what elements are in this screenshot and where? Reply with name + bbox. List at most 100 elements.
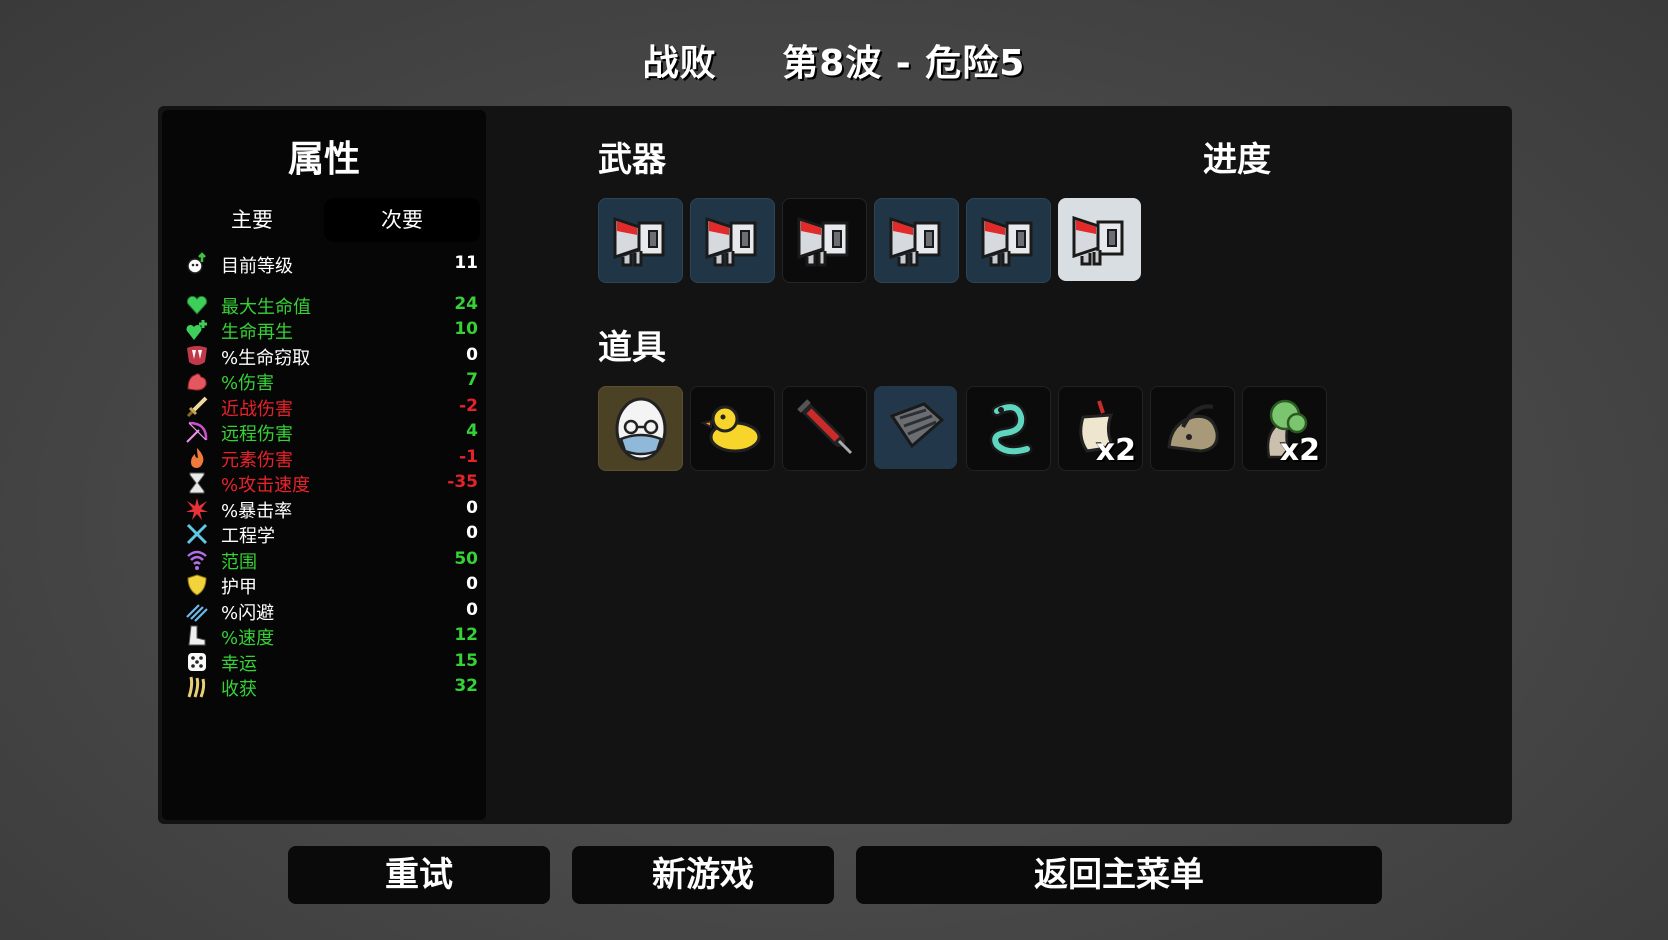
stat-value: 15 xyxy=(454,650,478,671)
dice-icon xyxy=(184,649,210,675)
snail-item-icon xyxy=(1161,397,1225,461)
stat-row: %伤害 7 xyxy=(178,367,478,394)
megaphone-weapon-icon xyxy=(885,209,949,273)
stat-value: 50 xyxy=(454,548,478,569)
muscle-icon xyxy=(184,368,210,394)
stat-row: 远程伤害 4 xyxy=(178,418,478,445)
sword-icon xyxy=(184,394,210,420)
weapon-slot[interactable] xyxy=(690,198,775,283)
stat-value: 0 xyxy=(466,574,478,594)
stats-panel: 属性 主要 次要 目前等级 11 最大生命值 24 生命再生 10 %生命窃取 0 %伤害 7 近战… xyxy=(162,110,486,820)
stat-value: 32 xyxy=(454,676,478,696)
stat-row: 目前等级 11 xyxy=(178,250,478,277)
stat-value: 0 xyxy=(466,497,478,518)
stat-label: %攻击速度 xyxy=(221,475,311,496)
egg-mask-item-icon xyxy=(609,391,673,467)
shield-icon xyxy=(184,572,210,598)
stat-value: 0 xyxy=(466,523,478,543)
retry-button[interactable]: 重试 xyxy=(288,846,550,904)
stat-label: %闪避 xyxy=(221,602,275,624)
wrench-icon xyxy=(184,521,210,547)
stat-value: 12 xyxy=(454,625,478,645)
item-slot[interactable] xyxy=(1150,386,1235,471)
stat-row: %闪避 0 xyxy=(178,597,478,624)
stat-label: 幸运 xyxy=(221,653,257,675)
items-heading: 道具 xyxy=(598,328,666,368)
stat-label: 工程学 xyxy=(221,526,275,547)
result-label: 战败 xyxy=(642,43,717,84)
megaphone-weapon-icon xyxy=(1068,208,1132,272)
item-slot[interactable]: x2 xyxy=(1058,386,1143,471)
stat-row: 幸运 15 xyxy=(178,648,478,675)
stat-label: 生命再生 xyxy=(221,322,293,343)
stat-value: -2 xyxy=(459,395,478,416)
armor-plate-item-icon xyxy=(884,398,948,458)
boot-icon xyxy=(184,623,210,649)
item-slot[interactable] xyxy=(782,386,867,471)
dodge-icon xyxy=(184,598,210,624)
bow-icon xyxy=(184,419,210,445)
item-slot[interactable] xyxy=(966,386,1051,471)
level-up-icon xyxy=(184,251,210,277)
flame-icon xyxy=(184,445,210,471)
item-count: x2 xyxy=(1095,433,1136,468)
stat-row: 工程学 0 xyxy=(178,520,478,547)
harvest-icon xyxy=(184,674,210,700)
range-icon xyxy=(184,547,210,573)
heart-icon xyxy=(184,292,210,318)
stat-value: 4 xyxy=(466,421,478,441)
stat-value: 11 xyxy=(454,253,478,273)
item-slot[interactable] xyxy=(690,386,775,471)
main-menu-button[interactable]: 返回主菜单 xyxy=(856,846,1382,904)
stat-value: 7 xyxy=(466,370,478,390)
stat-label: 范围 xyxy=(221,551,257,573)
stat-row: 元素伤害 -1 xyxy=(178,444,478,471)
hourglass-icon xyxy=(184,470,210,496)
stat-row: 范围 50 xyxy=(178,546,478,573)
item-slot[interactable] xyxy=(874,386,957,469)
item-slot[interactable]: x2 xyxy=(1242,386,1327,471)
stat-row: %暴击率 0 xyxy=(178,495,478,522)
progress-heading: 进度 xyxy=(1203,140,1271,180)
stat-label: 远程伤害 xyxy=(221,424,293,445)
megaphone-weapon-icon xyxy=(701,209,765,273)
stat-value: 0 xyxy=(466,344,478,365)
stat-value: -1 xyxy=(459,446,478,467)
weapon-slot[interactable] xyxy=(598,198,683,283)
stat-row: 护甲 0 xyxy=(178,571,478,598)
megaphone-weapon-icon xyxy=(793,209,857,273)
stat-label: 近战伤害 xyxy=(221,398,293,420)
run-result-title: 战败 第8波 - 危险5 xyxy=(0,34,1668,86)
tab-secondary-stats[interactable]: 次要 xyxy=(324,198,480,242)
tab-primary-stats[interactable]: 主要 xyxy=(174,198,330,242)
stats-title: 属性 xyxy=(287,139,360,180)
item-slot[interactable] xyxy=(598,386,683,471)
new-game-button[interactable]: 新游戏 xyxy=(572,846,834,904)
item-count: x2 xyxy=(1279,433,1320,468)
stat-value: -35 xyxy=(447,472,478,492)
weapon-slot[interactable] xyxy=(874,198,959,283)
stat-row: %速度 12 xyxy=(178,622,478,649)
stat-label: %生命窃取 xyxy=(221,347,311,369)
weapon-slot[interactable] xyxy=(782,198,867,283)
stat-label: 目前等级 xyxy=(221,256,293,277)
stat-row: %攻击速度 -35 xyxy=(178,469,478,496)
weapons-heading: 武器 xyxy=(598,140,666,180)
stat-row: 近战伤害 -2 xyxy=(178,393,478,420)
stat-value: 24 xyxy=(454,293,478,314)
weapon-slot[interactable] xyxy=(1058,198,1141,281)
stat-row: 收获 32 xyxy=(178,673,478,700)
megaphone-weapon-icon xyxy=(977,209,1041,273)
alien-worm-item-icon xyxy=(977,395,1041,463)
heart-plus-icon xyxy=(184,317,210,343)
weapon-slot[interactable] xyxy=(966,198,1051,283)
wave-info: 第8波 - 危险5 xyxy=(782,43,1026,84)
megaphone-weapon-icon xyxy=(609,209,673,273)
stat-value: 10 xyxy=(454,319,478,339)
fangs-icon xyxy=(184,343,210,369)
rubber-duck-item-icon xyxy=(699,399,765,459)
stat-label: 收获 xyxy=(221,679,257,700)
syringe-item-icon xyxy=(793,395,857,463)
summary-panel: 属性 主要 次要 目前等级 11 最大生命值 24 生命再生 10 %生命窃取 0 %伤害 7 近战… xyxy=(158,106,1512,824)
stat-row: 最大生命值 24 xyxy=(178,291,478,318)
